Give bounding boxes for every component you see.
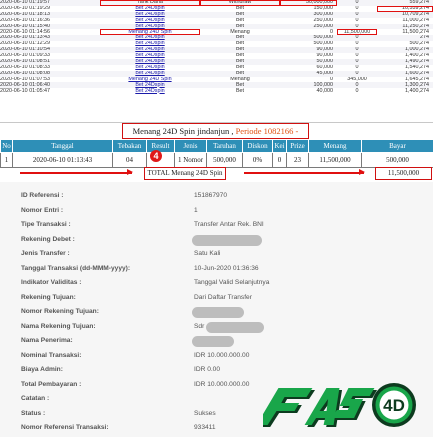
bet-header-row: No Tanggal Tebakan Result Jenis Taruhan Diskon… bbox=[0, 139, 433, 153]
bet-column-header: Taruhan bbox=[206, 139, 243, 153]
tx-description: Bet bbox=[235, 88, 245, 94]
transaction-rows: 2020-06-10 01:19:57 Tarik Dana Withdraw 50,… bbox=[0, 0, 433, 94]
bet-column-header: Menang bbox=[308, 139, 362, 153]
win-banner-text: Menang 24D Spin jindanjun , bbox=[132, 126, 234, 136]
bet-cell: 500,000 bbox=[361, 152, 433, 168]
bet-cell: 2020-06-10 01:13:43 bbox=[12, 152, 113, 168]
tx-balance: 1,400,274 bbox=[405, 88, 429, 94]
redacted-value bbox=[192, 234, 262, 246]
receipt-label: Tanggal Transaksi (dd-MMM-yyyy): bbox=[21, 264, 131, 272]
bet-cell: 0% bbox=[242, 152, 273, 168]
arrow-icon bbox=[20, 169, 133, 175]
tx-bonus: 0 bbox=[355, 88, 359, 94]
fas4d-logo: 4D bbox=[263, 383, 416, 427]
receipt-value: Transfer Antar Rek. BNI bbox=[194, 221, 264, 228]
bet-cell: 23 bbox=[286, 152, 309, 168]
receipt-row: Nama Penerima: bbox=[0, 334, 433, 348]
receipt-label: Total Pembayaran : bbox=[21, 380, 82, 388]
bet-cell: 04 bbox=[112, 152, 147, 168]
receipt-value: IDR 0.00 bbox=[194, 366, 221, 373]
receipt-row: Tanggal Transaksi (dd-MMM-yyyy): 10-Jun-2… bbox=[0, 262, 433, 276]
receipt-label: ID Referensi : bbox=[21, 192, 64, 199]
redacted-value bbox=[206, 321, 264, 333]
receipt-value: 151867970 bbox=[194, 192, 228, 199]
transaction-history: 2020-06-10 01:19:57 Tarik Dana Withdraw 50,… bbox=[0, 0, 433, 123]
receipt-value: Sdr bbox=[194, 322, 205, 330]
receipt-row: Rekening Debet : bbox=[0, 233, 433, 247]
bet-column-header: No bbox=[0, 139, 13, 153]
redacted-value bbox=[192, 336, 234, 347]
bet-cell: 11,500,000 bbox=[308, 152, 362, 168]
receipt-label: Rekening Tujuan: bbox=[21, 293, 76, 301]
receipt-row: ID Referensi : 151867970 bbox=[0, 189, 433, 203]
receipt-label: Tipe Transaksi : bbox=[21, 221, 71, 228]
receipt-value: Sukses bbox=[194, 409, 216, 417]
bet-column-header: Bayar bbox=[361, 139, 433, 153]
receipt-row: Nominal Transaksi: IDR 10.000.000.00 bbox=[0, 349, 433, 363]
receipt-row: Nomor Rekening Tujuan: bbox=[0, 305, 433, 319]
receipt-label: Jenis Transfer : bbox=[21, 250, 70, 257]
receipt-label: Nomor Referensi Transaksi: bbox=[21, 424, 109, 431]
result-highlight-badge: 4 bbox=[150, 150, 162, 162]
transaction-table: 2020-06-10 01:19:57 Tarik Dana Withdraw 50,… bbox=[0, 0, 433, 94]
receipt-value: IDR 10.000.000.00 bbox=[194, 380, 250, 388]
bet-row: 1 2020-06-10 01:13:43 04 1 Nomor 500,000 0% 0 2… bbox=[0, 152, 433, 168]
receipt-value: Dari Daftar Transfer bbox=[194, 293, 252, 301]
bet-column-header: Prize bbox=[286, 139, 309, 153]
receipt-value: 10-Jun-2020 01:36:36 bbox=[194, 264, 259, 272]
logo-badge-text: 4D bbox=[383, 396, 405, 415]
receipt-value: 933411 bbox=[194, 424, 216, 431]
win-banner: Menang 24D Spin jindanjun , Periode 1082… bbox=[122, 123, 309, 150]
receipt-row: Nomor Entri : 1 bbox=[0, 204, 433, 218]
receipt-label: Nominal Transaksi: bbox=[21, 351, 82, 359]
receipt-label: Nomor Entri : bbox=[21, 206, 64, 214]
bet-column-header: Jenis bbox=[174, 139, 207, 153]
receipt-value: 1 bbox=[194, 206, 198, 214]
tx-datetime: 2020-06-10 01:05:47 bbox=[0, 88, 51, 94]
receipt-label: Catatan : bbox=[21, 395, 50, 402]
receipt-row: Jenis Transfer : Satu Kali bbox=[0, 247, 433, 261]
receipt-row: Indikator Validitas : Tanggal Valid Selan… bbox=[0, 276, 433, 290]
receipt-value: IDR 10.000.000.00 bbox=[194, 351, 250, 359]
receipt-label: Nama Penerima: bbox=[21, 337, 73, 344]
receipt-row: Rekening Tujuan: Dari Daftar Transfer bbox=[0, 291, 433, 305]
receipt-row: Tipe Transaksi : Transfer Antar Rek. BNI bbox=[0, 218, 433, 232]
receipt-row: Nama Rekening Tujuan: Sdr bbox=[0, 320, 433, 334]
receipt-label: Nomor Rekening Tujuan: bbox=[21, 308, 99, 315]
receipt-row: Biaya Admin: IDR 0.00 bbox=[0, 363, 433, 377]
redacted-value bbox=[192, 307, 244, 318]
receipt-label: Biaya Admin: bbox=[21, 366, 63, 373]
bet-column-header: Tanggal bbox=[12, 139, 113, 153]
receipt-label: Nama Rekening Tujuan: bbox=[21, 322, 96, 330]
bet-cell: 500,000 bbox=[206, 152, 243, 168]
receipt-value: Tanggal Valid Selanjutnya bbox=[194, 279, 270, 286]
bet-column-header: Diskon bbox=[242, 139, 273, 153]
bet-column-header: Tebakan bbox=[112, 139, 147, 153]
receipt-value: Satu Kali bbox=[194, 250, 221, 257]
total-label: TOTAL Menang 24D Spin bbox=[144, 167, 226, 180]
bet-column-header: Kei bbox=[272, 139, 287, 153]
bet-cell: 0 bbox=[272, 152, 287, 168]
receipt-label: Status : bbox=[21, 409, 46, 417]
bet-cell: 1 Nomor bbox=[174, 152, 207, 168]
tx-type-link[interactable]: Bet 24Dspin bbox=[100, 88, 200, 94]
bet-cell: 1 bbox=[0, 152, 13, 168]
bet-column-header: Result bbox=[146, 139, 175, 153]
receipt-label: Indikator Validitas : bbox=[21, 279, 82, 286]
transaction-row: 2020-06-10 01:05:47 Bet 24Dspin Bet 40,000 0… bbox=[0, 88, 433, 94]
receipt-label: Rekening Debet : bbox=[21, 235, 75, 243]
total-value: 11,500,000 bbox=[375, 167, 432, 180]
arrow-icon bbox=[244, 169, 365, 175]
tx-amount: 40,000 bbox=[316, 88, 334, 94]
logo-wordmark bbox=[263, 388, 378, 427]
